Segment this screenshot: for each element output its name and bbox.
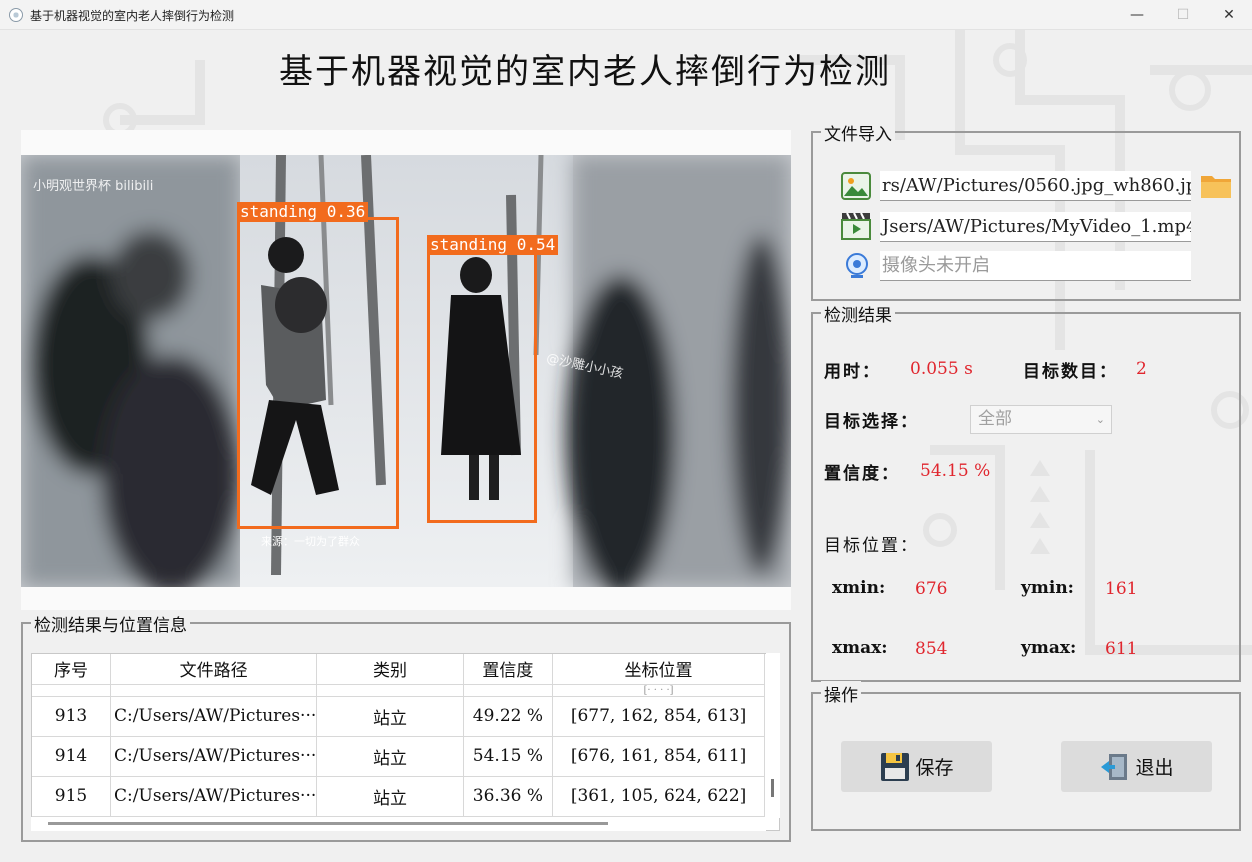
table-cell: 54.15 % [463, 736, 554, 777]
table-cell: C:/Users/AW/Pictures··· [110, 776, 318, 817]
confidence-value: 54.15 % [920, 461, 991, 481]
video-watermark: 小明观世界杯 bilibili [33, 179, 154, 194]
ymin-label: ymin: [1021, 578, 1074, 598]
snow-scene-illustration [21, 155, 791, 587]
table-cell: 913 [32, 696, 112, 737]
detection-image: 小明观世界杯 bilibili @沙雕小小孩 来源：一切为了群众 standin… [21, 155, 791, 587]
target-select-label: 目标选择： [824, 412, 919, 432]
page-title: 基于机器视觉的室内老人摔倒行为检测 [279, 52, 891, 92]
save-button-label: 保存 [915, 757, 954, 779]
table-cell [316, 684, 464, 697]
close-button[interactable]: ✕ [1206, 0, 1252, 30]
floppy-disk-icon [881, 752, 910, 781]
column-header[interactable]: 类别 [316, 654, 464, 685]
count-label: 目标数目： [1023, 362, 1118, 382]
table-cell: [676, 161, 854, 611] [552, 736, 765, 777]
detection-label: standing 0.54 [427, 235, 559, 255]
target-select-value: 全部 [978, 409, 1012, 429]
table-row[interactable]: 914 C:/Users/AW/Pictures··· 站立 54.15 % [… [32, 736, 765, 777]
exit-door-icon [1101, 753, 1128, 780]
table-header-row: 序号 文件路径 类别 置信度 坐标位置 [32, 654, 765, 685]
xmin-label: xmin: [832, 578, 886, 598]
table-cell: 站立 [316, 736, 464, 777]
column-header[interactable]: 序号 [32, 654, 112, 685]
confidence-label: 置信度： [824, 464, 900, 484]
scroll-thumb[interactable] [48, 822, 608, 825]
table-cell: 914 [32, 736, 112, 777]
table-cell: 36.36 % [463, 776, 554, 817]
table-cell: [· · · ·] [552, 684, 765, 697]
time-value: 0.055 s [910, 359, 973, 379]
column-header[interactable]: 文件路径 [110, 654, 318, 685]
exit-button[interactable]: 退出 [1061, 741, 1212, 792]
exit-button-label: 退出 [1135, 757, 1174, 779]
folder-icon[interactable] [1199, 170, 1233, 202]
table-cell: 49.22 % [463, 696, 554, 737]
table-vertical-scrollbar[interactable] [766, 653, 780, 818]
column-header[interactable]: 坐标位置 [552, 654, 765, 685]
xmax-label: xmax: [832, 638, 888, 658]
table-cell [110, 684, 318, 697]
table-cell [463, 684, 554, 697]
image-viewer: 小明观世界杯 bilibili @沙雕小小孩 来源：一切为了群众 standin… [21, 130, 791, 610]
ymin-value: 161 [1105, 579, 1138, 599]
count-value: 2 [1136, 359, 1147, 379]
ymax-label: ymax: [1021, 638, 1077, 658]
chevron-down-icon: ⌄ [1095, 413, 1105, 426]
maximize-button[interactable]: ☐ [1160, 0, 1206, 30]
table-cell: [361, 105, 624, 622] [552, 776, 765, 817]
table-cell: C:/Users/AW/Pictures··· [110, 736, 318, 777]
ymax-value: 611 [1105, 639, 1138, 659]
window-titlebar: 基于机器视觉的室内老人摔倒行为检测 — ☐ ✕ [0, 0, 1252, 30]
xmax-value: 854 [915, 639, 948, 659]
results-title: 检测结果 [821, 301, 895, 326]
file-import-title: 文件导入 [821, 120, 895, 145]
table-title: 检测结果与位置信息 [31, 611, 190, 636]
results-table[interactable]: 序号 文件路径 类别 置信度 坐标位置 [· · · ·] 913 C:/Use… [31, 653, 780, 831]
table-cell: [677, 162, 854, 613] [552, 696, 765, 737]
table-cell: 915 [32, 776, 112, 817]
table-cell [32, 684, 112, 697]
xmin-value: 676 [915, 579, 948, 599]
scroll-thumb[interactable] [771, 779, 774, 797]
table-cell: 站立 [316, 696, 464, 737]
table-cell: 站立 [316, 776, 464, 817]
webcam-icon[interactable] [843, 252, 873, 280]
actions-title: 操作 [821, 681, 861, 706]
video-caption: 来源：一切为了群众 [261, 535, 360, 548]
table-row[interactable]: 913 C:/Users/AW/Pictures··· 站立 49.22 % [… [32, 696, 765, 737]
table-cell: C:/Users/AW/Pictures··· [110, 696, 318, 737]
video-path-field[interactable]: Jsers/AW/Pictures/MyVideo_1.mp4 [880, 212, 1191, 242]
position-label: 目标位置： [824, 536, 919, 556]
minimize-button[interactable]: — [1114, 0, 1160, 30]
camera-field[interactable]: 摄像头未开启 [880, 251, 1191, 281]
target-select[interactable]: 全部 ⌄ [970, 405, 1112, 434]
detection-label: standing 0.36 [237, 202, 369, 222]
app-icon [9, 8, 23, 22]
save-button[interactable]: 保存 [841, 741, 992, 792]
video-icon[interactable] [841, 212, 871, 240]
table-horizontal-scrollbar[interactable] [31, 817, 766, 831]
image-path-field[interactable]: rs/AW/Pictures/0560.jpg_wh860.jpg [880, 171, 1191, 201]
image-icon[interactable] [841, 172, 871, 200]
time-label: 用时： [824, 362, 881, 382]
column-header[interactable]: 置信度 [463, 654, 554, 685]
table-row[interactable]: 915 C:/Users/AW/Pictures··· 站立 36.36 % [… [32, 776, 765, 817]
detection-box [237, 217, 399, 529]
detection-box [427, 250, 537, 523]
window-title: 基于机器视觉的室内老人摔倒行为检测 [30, 9, 235, 23]
table-row[interactable]: [· · · ·] [32, 684, 765, 697]
